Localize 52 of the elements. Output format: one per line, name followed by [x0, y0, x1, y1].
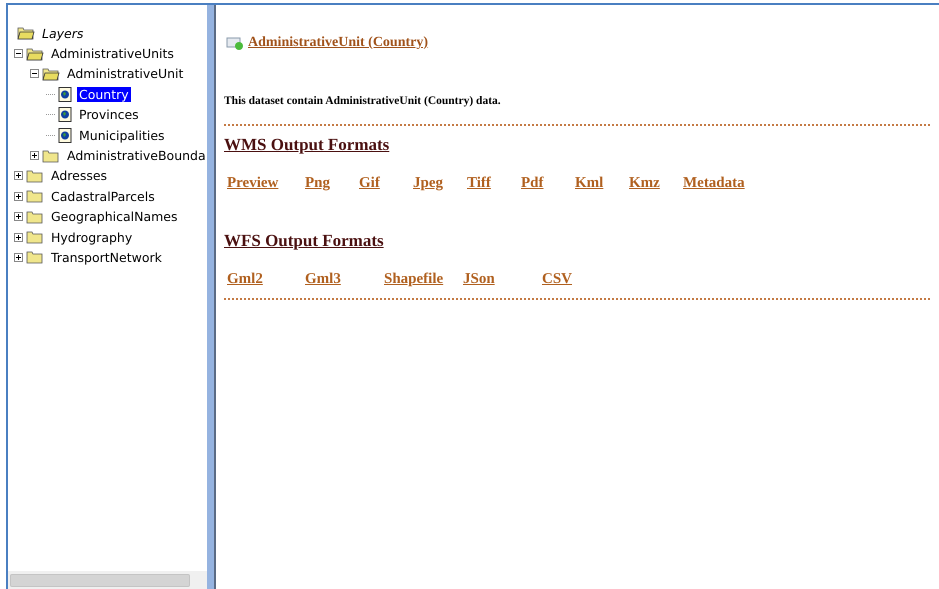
- folder-icon: [26, 168, 44, 183]
- tree-root-label[interactable]: Layers: [40, 26, 86, 41]
- collapse-icon[interactable]: [30, 69, 39, 78]
- tree-item[interactable]: GeographicalNames: [49, 209, 180, 224]
- folder-icon: [26, 189, 44, 204]
- tree-item[interactable]: Municipalities: [77, 128, 167, 143]
- tree-item[interactable]: Hydrography: [49, 230, 134, 245]
- format-link[interactable]: Gml3: [305, 271, 341, 288]
- expand-icon[interactable]: [30, 151, 39, 160]
- format-link[interactable]: Gif: [359, 175, 380, 192]
- tree-item[interactable]: Adresses: [49, 168, 110, 184]
- section-heading[interactable]: WMS Output Formats: [224, 135, 390, 155]
- splitter[interactable]: [207, 5, 216, 589]
- expand-icon[interactable]: [14, 171, 23, 180]
- format-link[interactable]: Kml: [575, 175, 604, 192]
- format-link[interactable]: Png: [305, 175, 330, 192]
- dataset-description: This dataset contain AdministrativeUnit (Country) data.: [224, 95, 502, 107]
- open-folder-icon: [26, 46, 44, 61]
- format-link[interactable]: Preview: [227, 175, 278, 192]
- format-link[interactable]: Jpeg: [413, 175, 443, 192]
- folder-icon: [26, 210, 44, 224]
- tree-item[interactable]: TransportNetwork: [49, 250, 164, 265]
- tree-item[interactable]: Provinces: [77, 107, 141, 122]
- tree-item[interactable]: AdministrativeBounda: [65, 148, 207, 164]
- tree-item[interactable]: CadastralParcels: [49, 188, 157, 204]
- open-folder-icon: [42, 66, 60, 81]
- section-heading[interactable]: WFS Output Formats: [224, 231, 384, 251]
- format-link[interactable]: Kmz: [629, 175, 660, 192]
- folder-icon: [26, 230, 44, 244]
- format-link[interactable]: Tiff: [467, 175, 491, 192]
- tree-item[interactable]: AdministrativeUnits: [49, 46, 176, 62]
- dataset-title-link[interactable]: AdministrativeUnit (Country): [248, 35, 428, 51]
- globe-document-icon: [58, 128, 72, 143]
- collapse-icon[interactable]: [14, 49, 23, 58]
- tree-item[interactable]: Country: [77, 86, 131, 102]
- expand-icon[interactable]: [14, 212, 23, 222]
- expand-icon[interactable]: [14, 192, 23, 201]
- format-link[interactable]: CSV: [542, 271, 572, 288]
- format-link[interactable]: Pdf: [521, 175, 544, 192]
- layer-add-icon: [226, 36, 244, 50]
- expand-icon[interactable]: [14, 252, 23, 262]
- tree-item[interactable]: AdministrativeUnit: [65, 66, 186, 82]
- format-link[interactable]: Gml2: [227, 271, 263, 288]
- folder-icon: [26, 250, 44, 264]
- scrollbar-thumb[interactable]: [10, 574, 190, 586]
- format-link[interactable]: Shapefile: [384, 271, 444, 288]
- globe-document-icon: [58, 86, 72, 102]
- folder-icon: [42, 148, 60, 163]
- globe-document-icon: [58, 107, 72, 122]
- format-link[interactable]: Metadata: [683, 175, 745, 192]
- expand-icon[interactable]: [14, 232, 23, 242]
- format-link[interactable]: JSon: [463, 271, 495, 288]
